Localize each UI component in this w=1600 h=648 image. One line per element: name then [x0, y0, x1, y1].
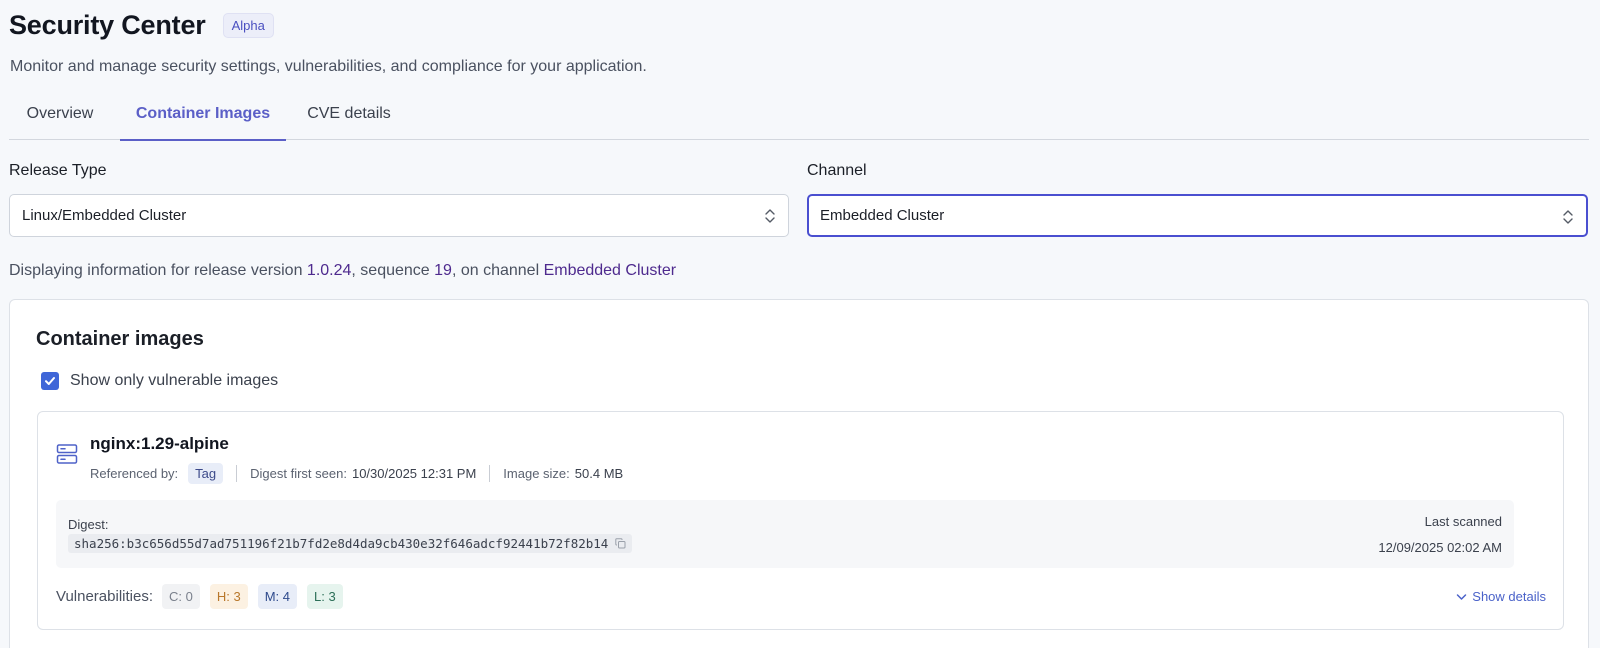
tab-container-images[interactable]: Container Images	[120, 88, 286, 141]
alpha-badge: Alpha	[222, 13, 274, 38]
channel-value: Embedded Cluster	[820, 207, 945, 224]
vulnerabilities-label: Vulnerabilities:	[56, 588, 153, 605]
digest-value[interactable]: sha256:b3c656d55d7ad751196f21b7fd2e8d4da…	[68, 534, 633, 553]
tab-overview[interactable]: Overview	[9, 88, 111, 140]
release-sequence: 19	[434, 262, 452, 279]
release-type-label: Release Type	[9, 162, 107, 179]
copy-icon[interactable]	[615, 538, 626, 549]
digest-first-seen-label: Digest first seen:	[250, 466, 347, 481]
card-title: Container images	[36, 328, 204, 350]
release-info-line: Displaying information for release versi…	[9, 262, 676, 280]
high-count-badge: H: 3	[209, 584, 248, 609]
image-size-value: 50.4 MB	[574, 466, 624, 481]
vulnerable-only-toggle[interactable]: Show only vulnerable images	[41, 372, 278, 390]
low-count-badge: L: 3	[306, 584, 343, 609]
critical-count-badge: C: 0	[162, 584, 200, 609]
server-icon	[56, 444, 78, 464]
tab-cve-details[interactable]: CVE details	[295, 88, 403, 140]
last-scanned-value: 12/09/2025 02:02 AM	[1378, 540, 1502, 555]
release-type-value: Linux/Embedded Cluster	[22, 207, 187, 224]
channel-label: Channel	[807, 162, 867, 179]
page-subtitle: Monitor and manage security settings, vu…	[10, 58, 647, 75]
info-mid1: , sequence	[351, 262, 435, 279]
container-images-card: Container images Show only vulnerable im…	[9, 299, 1589, 648]
info-prefix: Displaying information for release versi…	[9, 262, 307, 279]
vulnerabilities-row: Vulnerabilities: C: 0 H: 3 M: 4 L: 3	[56, 584, 353, 609]
release-type-select[interactable]: Linux/Embedded Cluster	[9, 194, 789, 237]
release-channel: Embedded Cluster	[543, 262, 677, 279]
digest-label: Digest:	[68, 517, 109, 532]
digest-first-seen-value: 10/30/2025 12:31 PM	[351, 466, 477, 481]
tab-bar: Overview Container Images CVE details	[9, 88, 1589, 141]
page-title: Security Center	[9, 10, 206, 40]
sort-icon	[1563, 210, 1573, 224]
info-mid2: , on channel	[451, 262, 544, 279]
digest-panel: Digest: sha256:b3c656d55d7ad751196f21b7f…	[56, 500, 1514, 568]
vulnerable-only-checkbox[interactable]	[41, 372, 59, 390]
meta-divider	[489, 465, 491, 482]
security-center-page: Security Center Alpha Monitor and manage…	[0, 0, 1600, 648]
image-name: nginx:1.29-alpine	[90, 434, 229, 453]
digest-hash: sha256:b3c656d55d7ad751196f21b7fd2e8d4da…	[74, 536, 609, 551]
show-details-link[interactable]: Show details	[1456, 589, 1546, 604]
last-scanned-label: Last scanned	[1424, 514, 1502, 529]
channel-select[interactable]: Embedded Cluster	[807, 194, 1588, 237]
release-version: 1.0.24	[306, 262, 352, 279]
image-meta: Referenced by: Tag Digest first seen: 10…	[90, 463, 623, 484]
image-size-label: Image size:	[503, 466, 570, 481]
sort-icon	[765, 209, 775, 223]
page-header: Security Center Alpha	[9, 10, 274, 41]
vulnerable-only-label: Show only vulnerable images	[70, 372, 279, 389]
medium-count-badge: M: 4	[257, 584, 297, 609]
show-details-label: Show details	[1472, 589, 1546, 604]
reference-tag-badge: Tag	[188, 463, 224, 484]
check-icon	[45, 377, 55, 385]
chevron-down-icon	[1457, 593, 1467, 600]
meta-divider	[236, 465, 238, 482]
referenced-by-label: Referenced by:	[90, 466, 179, 481]
image-item: nginx:1.29-alpine Referenced by: Tag Dig…	[37, 411, 1564, 630]
